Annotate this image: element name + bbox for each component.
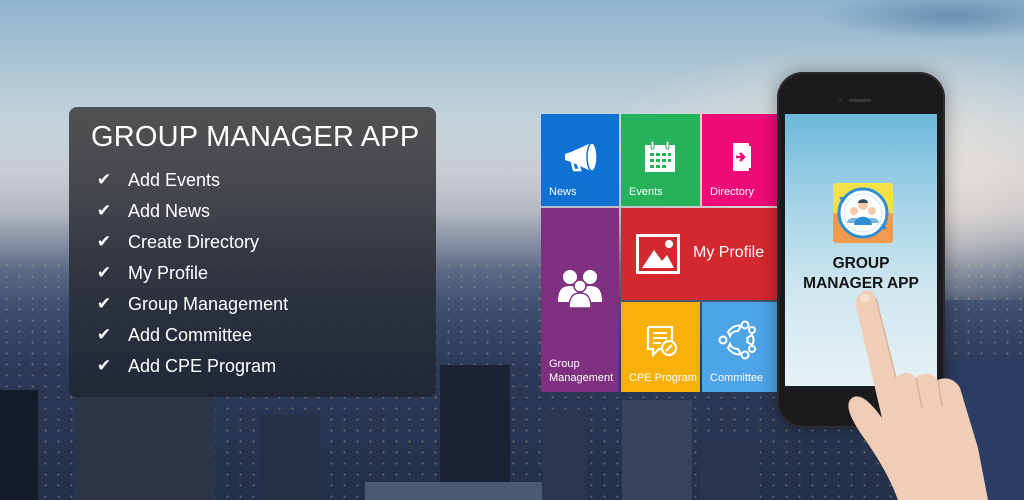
tile-news[interactable]: News [541,114,619,206]
feature-item: ✔ Group Management [95,289,288,320]
tile-events[interactable]: Events [621,114,700,206]
feature-label: Add News [128,201,211,221]
front-camera [839,99,842,102]
tile-label: Group Management [549,357,613,385]
phone-speaker [849,99,871,102]
megaphone-icon [565,142,598,172]
feature-item: ✔ Add Committee [95,320,288,351]
check-icon: ✔ [96,263,112,283]
check-icon: ✔ [96,294,112,314]
feature-item: ✔ Create Directory [95,227,288,258]
building [260,415,320,500]
tile-label-line: Management [549,372,614,384]
committee-circle-icon [718,320,756,360]
calendar-icon [645,140,675,172]
tile-label: News [549,186,577,198]
tile-label: Events [629,186,663,198]
building-rooftop [365,482,555,500]
image-picture-icon [636,234,680,274]
check-icon: ✔ [96,356,112,376]
tile-label-line: Group [549,358,580,370]
building [0,390,38,500]
feature-label: Group Management [128,294,289,314]
screen-title-line: GROUP [832,255,890,272]
building [700,440,760,500]
feature-label: Create Directory [128,232,260,252]
feature-label: Add Events [128,170,221,190]
feature-panel: GROUP MANAGER APP ✔ Add Events ✔ Add News … [69,107,436,397]
feature-label: My Profile [128,263,209,283]
tile-label: CPE Program [629,372,697,384]
building [440,365,510,500]
check-icon: ✔ [96,232,112,252]
cloud [820,0,1024,40]
tile-cpe-program[interactable]: CPE Program [621,302,700,392]
panel-title: GROUP MANAGER APP [91,121,420,153]
feature-item: ✔ My Profile [95,258,288,289]
building [542,410,587,500]
app-logo-graphic [837,187,889,239]
building [75,380,215,500]
tile-label: My Profile [693,244,765,261]
check-icon: ✔ [96,170,112,190]
pointing-hand [848,290,988,500]
directory-book-icon [733,143,751,171]
feature-label: Add CPE Program [128,356,277,376]
tile-label: Directory [710,186,755,198]
feature-label: Add Committee [128,325,253,345]
tile-directory[interactable]: Directory [702,114,778,206]
feature-item: ✔ Add CPE Program [95,351,288,382]
tile-group-management[interactable]: Group Management [541,208,619,392]
tile-my-profile[interactable]: My Profile [621,208,778,300]
check-icon: ✔ [96,325,112,345]
certificate-edit-icon [646,325,678,358]
group-people-icon [558,270,602,308]
feature-item: ✔ Add Events [95,165,288,196]
tile-label: Committee [710,372,764,384]
group-sync-app-icon[interactable] [833,183,893,243]
building [622,400,692,500]
check-icon: ✔ [96,201,112,221]
feature-list: ✔ Add Events ✔ Add News ✔ Create Directory … [95,165,288,382]
feature-item: ✔ Add News [95,196,288,227]
tile-committee[interactable]: Committee [702,302,778,392]
